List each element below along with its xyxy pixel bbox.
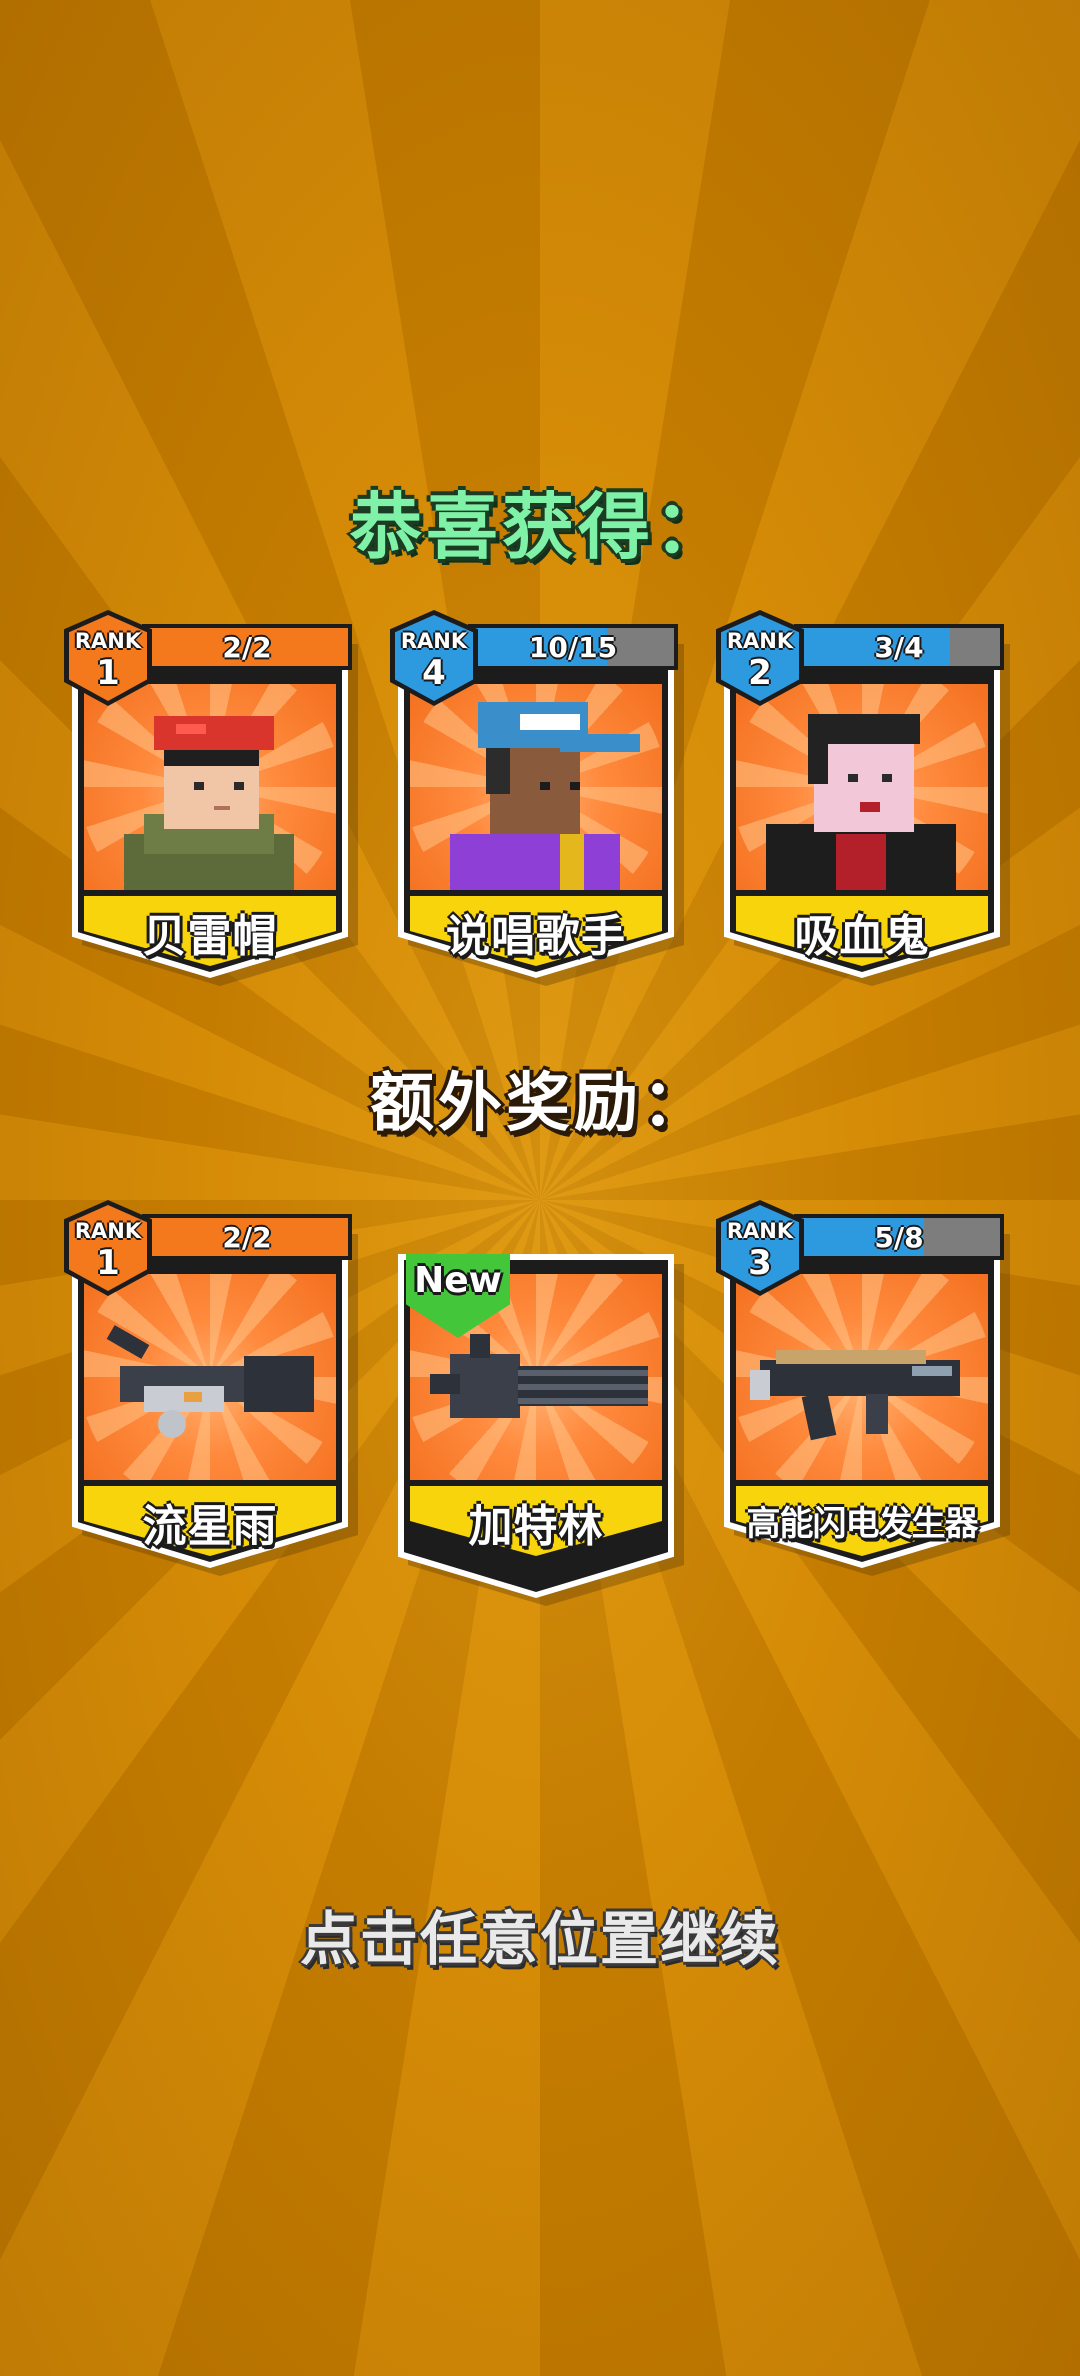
beret-soldier-icon — [84, 684, 336, 890]
meteor-gun-icon — [84, 1274, 336, 1480]
bonus-card-gatling[interactable]: 加特林 New — [398, 1234, 684, 1606]
progress-bar: 2/2 — [142, 1214, 352, 1260]
bonus-card-meteor[interactable]: 流星雨 2/2 RANK 1 — [64, 1200, 358, 1576]
tap-to-continue[interactable]: 点击任意位置继续 — [0, 1892, 1080, 1976]
progress-bar: 5/8 — [794, 1214, 1004, 1260]
background-rays — [0, 0, 1080, 2376]
vampire-character-icon — [736, 684, 988, 890]
progress-bar: 10/15 — [468, 624, 678, 670]
reward-name: 高能闪电发生器 — [746, 1504, 979, 1544]
reward-name: 加特林 — [468, 1501, 604, 1552]
reward-card-vampire[interactable]: 吸血鬼 3/4 RANK 2 — [716, 610, 1010, 986]
reward-name: 吸血鬼 — [794, 911, 930, 962]
reward-name: 贝雷帽 — [142, 911, 278, 962]
reward-card-rapper[interactable]: 说唱歌手 10/15 RANK 4 — [390, 610, 684, 986]
reward-name: 说唱歌手 — [446, 911, 626, 962]
new-badge: New — [406, 1254, 510, 1338]
progress-bar: 2/2 — [142, 624, 352, 670]
reward-heading: 恭喜获得： — [349, 485, 730, 569]
rapper-character-icon — [410, 684, 662, 890]
bonus-card-lightning[interactable]: 高能闪电发生器 5/8 RANK 3 — [716, 1200, 1010, 1576]
reward-card-beret[interactable]: 贝雷帽 2/2 RANK 1 — [64, 610, 358, 986]
bonus-heading: 额外奖励： — [370, 1067, 710, 1141]
progress-bar: 3/4 — [794, 624, 1004, 670]
reward-name: 流星雨 — [142, 1501, 278, 1552]
lightning-generator-icon — [736, 1274, 988, 1480]
